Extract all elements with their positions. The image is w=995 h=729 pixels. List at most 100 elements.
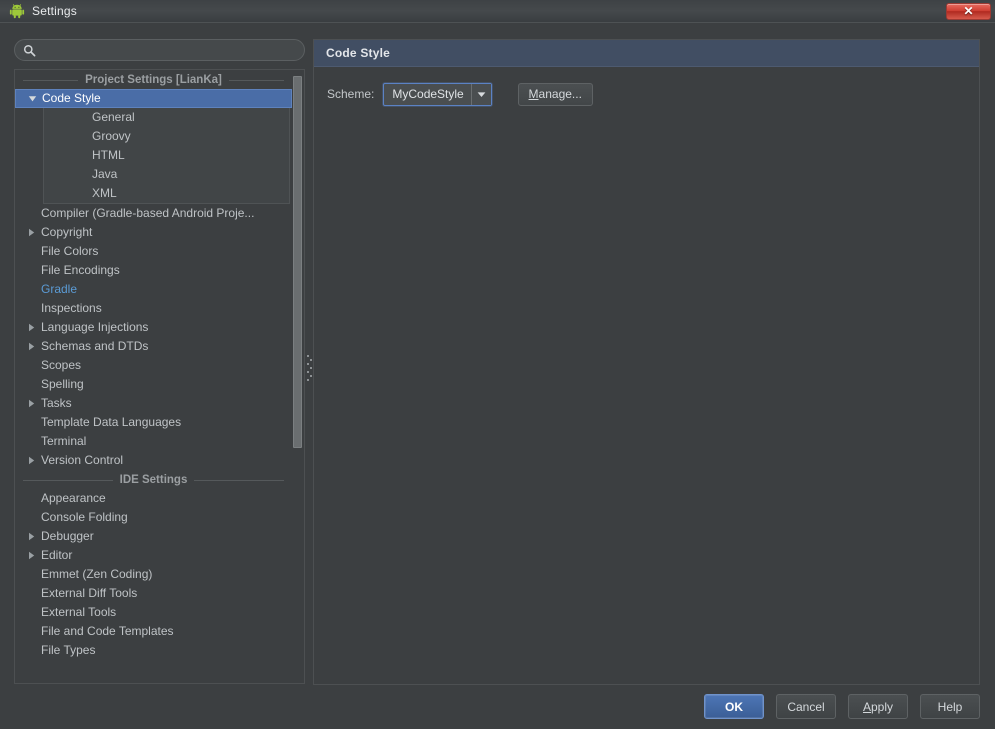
settings-left-pane: Project Settings [LianKa] Code StyleGener… bbox=[14, 39, 306, 685]
tree-item-editor[interactable]: Editor bbox=[15, 546, 292, 565]
tree-item-compiler-gradle-based-android-proje[interactable]: Compiler (Gradle-based Android Proje... bbox=[15, 204, 292, 223]
window-controls: ✕ bbox=[946, 0, 995, 22]
apply-button-label: pply bbox=[871, 700, 893, 714]
tree-item-language-injections[interactable]: Language Injections bbox=[15, 318, 292, 337]
tree-child-group: GeneralGroovyHTMLJavaXML bbox=[43, 108, 290, 204]
tree-item-schemas-and-dtds[interactable]: Schemas and DTDs bbox=[15, 337, 292, 356]
tree-arrow-spacer bbox=[23, 356, 39, 375]
tree-item-label: Code Style bbox=[40, 89, 101, 108]
tree-item-inspections[interactable]: Inspections bbox=[15, 299, 292, 318]
tree-item-file-and-code-templates[interactable]: File and Code Templates bbox=[15, 622, 292, 641]
tree-item-tasks[interactable]: Tasks bbox=[15, 394, 292, 413]
help-button-label: Help bbox=[938, 700, 963, 714]
tree-item-label: XML bbox=[44, 184, 117, 203]
tree-item-label: Copyright bbox=[39, 223, 92, 242]
tree-item-label: Debugger bbox=[39, 527, 94, 546]
desktop-backdrop: Settings ✕ bbox=[0, 0, 995, 729]
search-input[interactable] bbox=[41, 41, 304, 59]
chevron-right-icon[interactable] bbox=[23, 223, 39, 242]
tree-item-emmet-zen-coding[interactable]: Emmet (Zen Coding) bbox=[15, 565, 292, 584]
tree-item-code-style[interactable]: Code Style bbox=[15, 89, 292, 108]
tree-item-label: Inspections bbox=[39, 299, 102, 318]
tree-item-label: Version Control bbox=[39, 451, 123, 470]
tree-arrow-spacer bbox=[23, 489, 39, 508]
tree-item-file-colors[interactable]: File Colors bbox=[15, 242, 292, 261]
chevron-right-icon[interactable] bbox=[23, 318, 39, 337]
scheme-row: Scheme: MyCodeStyle Manage... bbox=[314, 81, 979, 107]
tree-item-html[interactable]: HTML bbox=[44, 146, 289, 165]
tree-item-xml[interactable]: XML bbox=[44, 184, 289, 203]
chevron-right-icon[interactable] bbox=[23, 527, 39, 546]
tree-arrow-spacer bbox=[23, 261, 39, 280]
cancel-button[interactable]: Cancel bbox=[776, 694, 836, 719]
settings-right-pane: Code Style Scheme: MyCodeStyle bbox=[313, 39, 980, 685]
apply-button[interactable]: Apply bbox=[848, 694, 908, 719]
tree-item-scopes[interactable]: Scopes bbox=[15, 356, 292, 375]
close-icon: ✕ bbox=[963, 5, 973, 17]
chevron-right-icon[interactable] bbox=[23, 451, 39, 470]
settings-dialog: Project Settings [LianKa]Code StyleGener… bbox=[0, 22, 995, 729]
tree-item-java[interactable]: Java bbox=[44, 165, 289, 184]
tree-item-version-control[interactable]: Version Control bbox=[15, 451, 292, 470]
tree-item-external-tools[interactable]: External Tools bbox=[15, 603, 292, 622]
tree-item-label: Spelling bbox=[39, 375, 84, 394]
tree-item-file-types[interactable]: File Types bbox=[15, 641, 292, 660]
tree-group-label: Project Settings [LianKa] bbox=[78, 74, 229, 86]
tree-arrow-spacer bbox=[23, 299, 39, 318]
tree-item-copyright[interactable]: Copyright bbox=[15, 223, 292, 242]
window-titlebar[interactable]: Settings ✕ bbox=[0, 0, 995, 22]
scheme-combobox[interactable]: MyCodeStyle bbox=[383, 83, 491, 106]
tree-item-gradle[interactable]: Gradle bbox=[15, 280, 292, 299]
tree-item-label: Compiler (Gradle-based Android Proje... bbox=[39, 204, 254, 223]
search-box[interactable] bbox=[14, 39, 305, 61]
tree-scrollbar[interactable] bbox=[292, 71, 303, 682]
tree-arrow-spacer bbox=[23, 584, 39, 603]
settings-tree[interactable]: Project Settings [LianKa] Code StyleGener… bbox=[15, 70, 292, 683]
dialog-footer: OK Cancel Apply Help bbox=[0, 684, 995, 729]
tree-item-label: Console Folding bbox=[39, 508, 128, 527]
chevron-right-icon[interactable] bbox=[23, 546, 39, 565]
tree-item-label: General bbox=[44, 108, 135, 127]
tree-item-template-data-languages[interactable]: Template Data Languages bbox=[15, 413, 292, 432]
tree-item-file-encodings[interactable]: File Encodings bbox=[15, 261, 292, 280]
tree-item-label: Terminal bbox=[39, 432, 86, 451]
chevron-right-icon[interactable] bbox=[23, 394, 39, 413]
ok-button[interactable]: OK bbox=[704, 694, 764, 719]
tree-arrow-spacer bbox=[23, 280, 39, 299]
tree-item-label: External Tools bbox=[39, 603, 116, 622]
tree-item-terminal[interactable]: Terminal bbox=[15, 432, 292, 451]
tree-item-debugger[interactable]: Debugger bbox=[15, 527, 292, 546]
tree-item-general[interactable]: General bbox=[44, 108, 289, 127]
apply-button-mnemonic: A bbox=[863, 700, 871, 714]
tree-item-label: File Encodings bbox=[39, 261, 120, 280]
tree-item-spelling[interactable]: Spelling bbox=[15, 375, 292, 394]
android-robot-icon bbox=[9, 3, 25, 19]
help-button[interactable]: Help bbox=[920, 694, 980, 719]
tree-arrow-spacer bbox=[23, 413, 39, 432]
chevron-right-icon[interactable] bbox=[23, 337, 39, 356]
cancel-button-label: Cancel bbox=[787, 700, 824, 714]
tree-group-header: Project Settings [LianKa] bbox=[15, 70, 292, 89]
manage-button[interactable]: Manage... bbox=[518, 83, 593, 106]
tree-scrollbar-thumb[interactable] bbox=[293, 76, 302, 448]
manage-button-mnemonic: M bbox=[529, 87, 539, 101]
tree-arrow-spacer bbox=[23, 375, 39, 394]
tree-item-label: Groovy bbox=[44, 127, 131, 146]
tree-item-label: Emmet (Zen Coding) bbox=[39, 565, 152, 584]
titlebar-left: Settings bbox=[0, 0, 77, 22]
scheme-label: Scheme: bbox=[327, 87, 374, 101]
page-title: Code Style bbox=[326, 46, 390, 60]
tree-item-appearance[interactable]: Appearance bbox=[15, 489, 292, 508]
tree-item-label: Template Data Languages bbox=[39, 413, 181, 432]
tree-item-label: HTML bbox=[44, 146, 125, 165]
chevron-down-icon[interactable] bbox=[472, 84, 491, 105]
tree-item-external-diff-tools[interactable]: External Diff Tools bbox=[15, 584, 292, 603]
tree-arrow-spacer bbox=[23, 622, 39, 641]
tree-arrow-spacer bbox=[23, 603, 39, 622]
tree-item-console-folding[interactable]: Console Folding bbox=[15, 508, 292, 527]
tree-arrow-spacer bbox=[23, 204, 39, 223]
close-button[interactable]: ✕ bbox=[946, 3, 991, 20]
tree-item-label: External Diff Tools bbox=[39, 584, 137, 603]
tree-item-groovy[interactable]: Groovy bbox=[44, 127, 289, 146]
chevron-down-icon[interactable] bbox=[24, 89, 40, 108]
